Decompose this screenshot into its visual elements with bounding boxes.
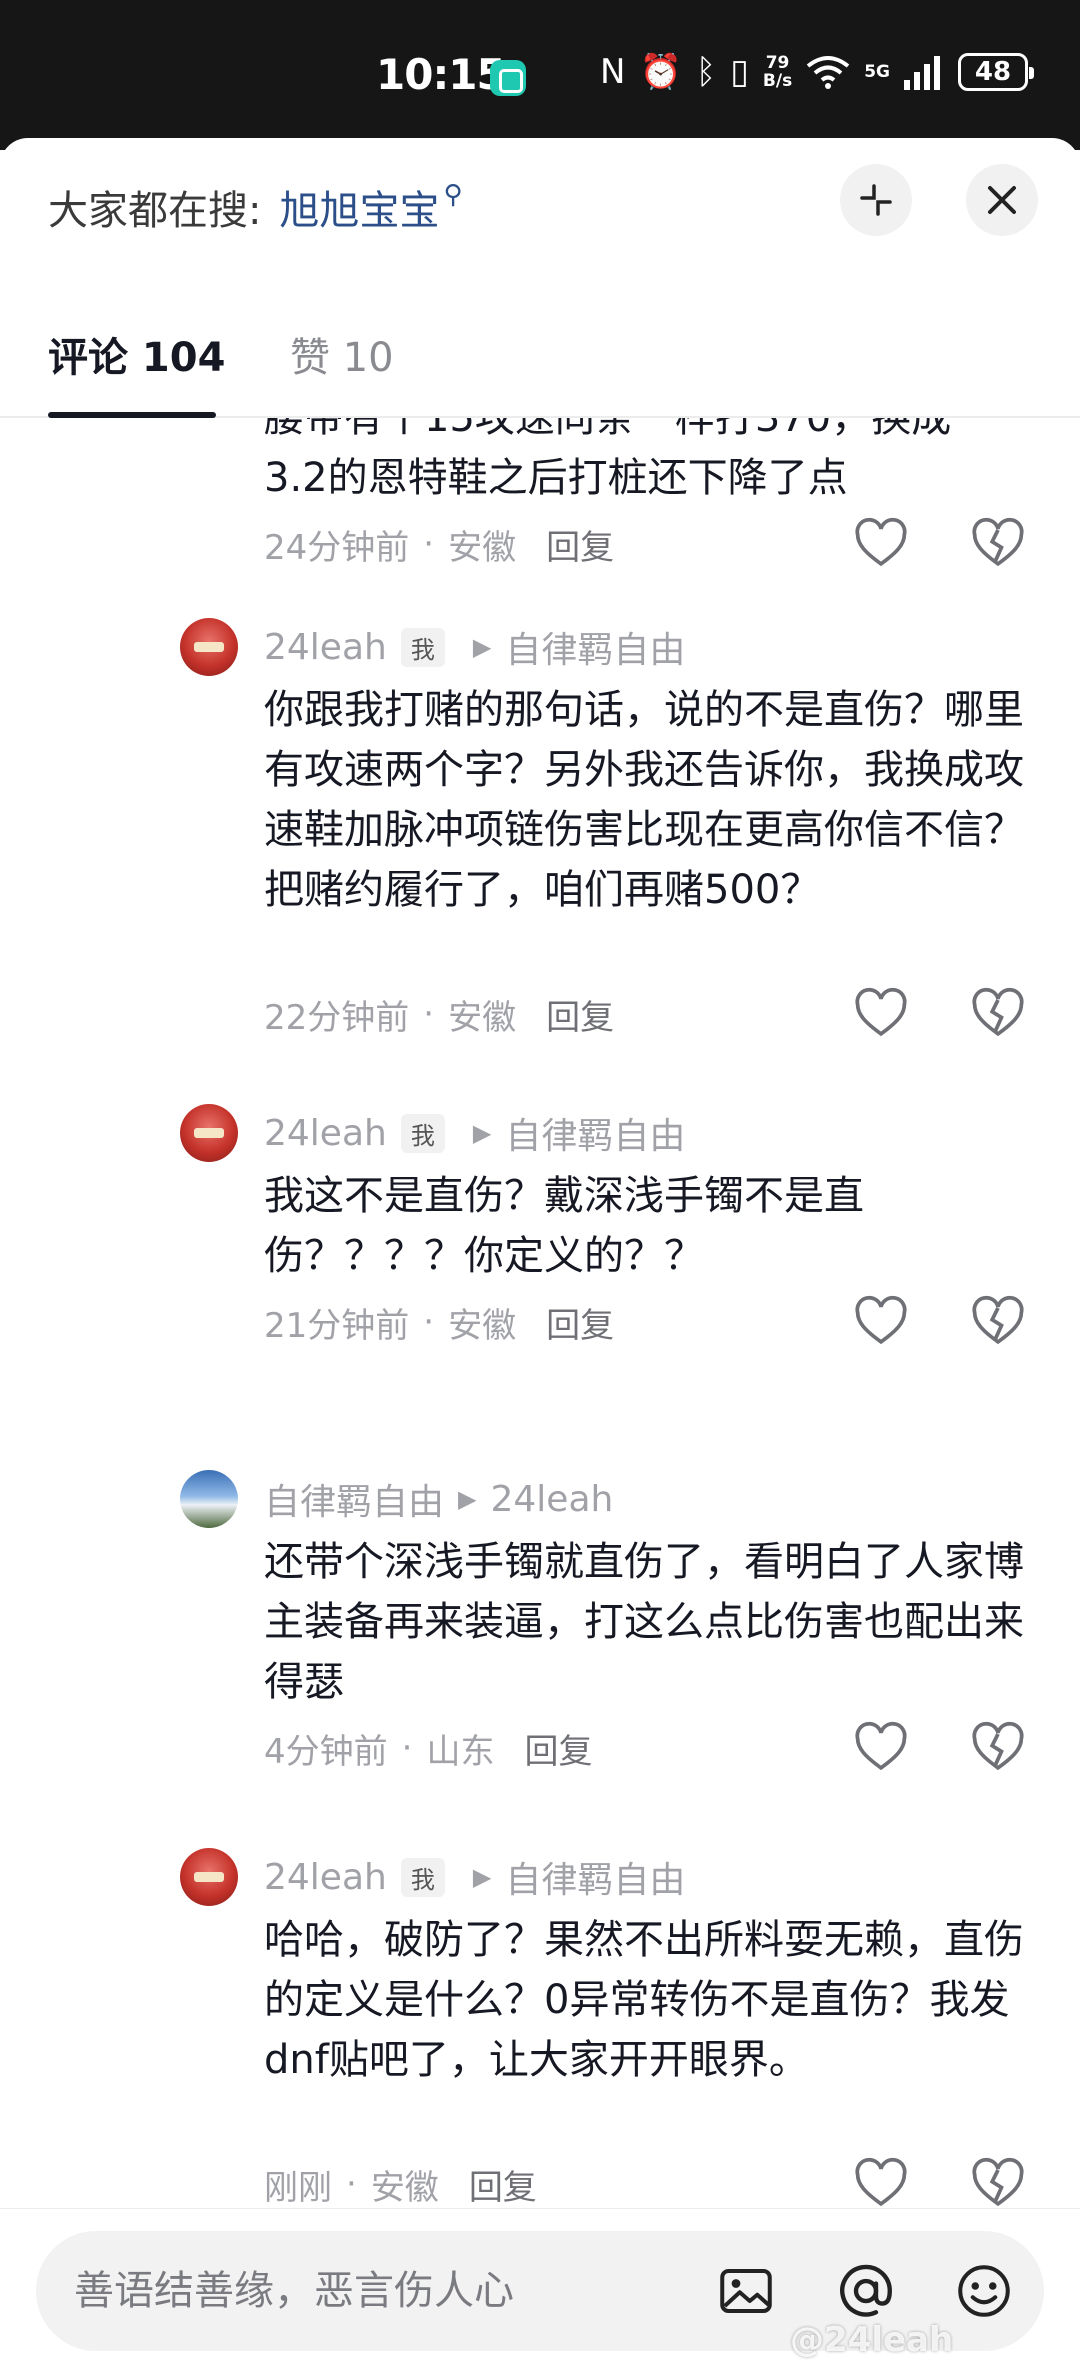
reply-button[interactable]: 回复 <box>546 520 614 569</box>
heart-icon[interactable] <box>853 986 909 1042</box>
comment-footer: 22分钟前 · 安徽 回复 <box>264 986 614 1042</box>
comment-time: 22分钟前 <box>264 997 410 1038</box>
avatar[interactable] <box>180 1470 238 1528</box>
comment-sheet: 大家都在搜: 旭旭宝宝 ⚲ 评论 104 赞 10 腰带有个15攻速同条一样打3… <box>0 138 1080 2376</box>
signal-icon <box>904 56 940 90</box>
comment-author[interactable]: 24leah <box>264 627 387 668</box>
reply-to-user[interactable]: 自律羁自由 <box>505 621 685 673</box>
comment-item: 24leah 我 ▶ 自律羁自由 你跟我打赌的那句话，说的不是直伤？哪里有攻速两… <box>0 618 1080 1038</box>
network-speed: 79 B/s <box>762 53 793 91</box>
comment-header: 24leah 我 ▶ 自律羁自由 <box>264 618 685 676</box>
heart-icon[interactable] <box>853 516 909 572</box>
reply-to-user[interactable]: 自律羁自由 <box>505 1851 685 1903</box>
search-suggestion[interactable]: 大家都在搜: 旭旭宝宝 ⚲ <box>48 178 463 236</box>
reply-arrow-icon: ▶ <box>472 633 492 661</box>
comment-item: 腰带有个15攻速同条一样打370，换成 3.2的恩特鞋之后打桩还下降了点 24分… <box>0 418 1080 568</box>
comment-header: 24leah 我 ▶ 自律羁自由 <box>264 1104 685 1162</box>
me-badge: 我 <box>400 1857 445 1897</box>
comment-item: 自律羁自由 ▶ 24leah 还带个深浅手镯就直伤了，看明白了人家博主装备再来装… <box>0 1470 1080 1772</box>
wifi-icon <box>806 56 850 89</box>
avatar[interactable] <box>180 1104 238 1162</box>
reply-to-user[interactable]: 24leah <box>490 1479 613 1520</box>
tab-bar: 评论 104 赞 10 <box>0 308 1080 418</box>
comment-location: 山东 <box>426 1731 495 1772</box>
cellular-label: 5G <box>864 62 890 82</box>
broken-heart-icon[interactable] <box>970 1720 1026 1776</box>
comment-footer: 4分钟前 · 山东 回复 <box>264 1720 592 1776</box>
broken-heart-icon[interactable] <box>970 1294 1026 1350</box>
comment-footer: 21分钟前 · 安徽 回复 <box>264 1294 614 1350</box>
heart-icon[interactable] <box>853 1720 909 1776</box>
broken-heart-icon[interactable] <box>970 516 1026 572</box>
reply-to-user[interactable]: 自律羁自由 <box>505 1107 685 1159</box>
bluetooth-icon: ᛒ <box>695 52 717 92</box>
clock: 10:15 <box>376 50 506 99</box>
comment-author[interactable]: 自律羁自由 <box>264 1473 444 1525</box>
comment-time: 21分钟前 <box>264 1305 410 1346</box>
watermark: @24leah <box>790 2320 954 2360</box>
comment-input-placeholder: 善语结善缘，恶言伤人心 <box>74 2268 514 2314</box>
comment-text: 我这不是直伤？戴深浅手镯不是直伤？？？？你定义的？？ <box>264 1173 864 1279</box>
nfc-icon: N <box>600 52 626 92</box>
comment-time: 4分钟前 <box>264 1731 388 1772</box>
comment-footer: 刚刚 · 安徽 回复 <box>264 2156 537 2208</box>
comment-author[interactable]: 24leah <box>264 1113 387 1154</box>
reply-arrow-icon: ▶ <box>472 1863 492 1891</box>
comment-footer: 24分钟前 · 安徽 回复 <box>264 516 614 572</box>
vibrate-icon: ▯ <box>730 52 749 92</box>
emoji-icon[interactable] <box>954 2261 1014 2321</box>
me-badge: 我 <box>400 627 445 667</box>
search-suggestion-prefix: 大家都在搜: <box>48 188 262 234</box>
status-bar: 10:15 N ⏰ ᛒ ▯ 79 B/s 5G 48 <box>0 0 1080 150</box>
tab-comments[interactable]: 评论 104 <box>48 308 225 408</box>
comment-text-partial: 腰带有个15攻速同条一样打370，换成 <box>264 418 952 441</box>
heart-icon[interactable] <box>853 1294 909 1350</box>
comment-text: 还带个深浅手镯就直伤了，看明白了人家博主装备再来装逼，打这么点比伤害也配出来得瑟 <box>264 1539 1024 1705</box>
broken-heart-icon[interactable] <box>970 2156 1026 2208</box>
avatar[interactable] <box>180 1848 238 1906</box>
comment-location: 安徽 <box>370 2167 439 2208</box>
comment-header: 24leah 我 ▶ 自律羁自由 <box>264 1848 685 1906</box>
me-badge: 我 <box>400 1113 445 1153</box>
reply-button[interactable]: 回复 <box>524 1724 592 1773</box>
mention-icon[interactable] <box>836 2261 896 2321</box>
comment-header: 自律羁自由 ▶ 24leah <box>264 1470 613 1528</box>
reply-button[interactable]: 回复 <box>546 1298 614 1347</box>
comment-text: 你跟我打赌的那句话，说的不是直伤？哪里有攻速两个字？另外我还告诉你，我换成攻速鞋… <box>264 687 1024 913</box>
comment-location: 安徽 <box>448 997 517 1038</box>
comment-item: 24leah 我 ▶ 自律羁自由 我这不是直伤？戴深浅手镯不是直伤？？？？你定义… <box>0 1104 1080 1346</box>
reply-arrow-icon: ▶ <box>458 1485 477 1513</box>
comment-location: 安徽 <box>448 1305 517 1346</box>
collapse-icon <box>860 184 892 216</box>
close-button[interactable] <box>966 164 1038 236</box>
comment-location: 安徽 <box>448 527 517 568</box>
heart-icon[interactable] <box>853 2156 909 2208</box>
reply-button[interactable]: 回复 <box>546 990 614 1039</box>
collapse-button[interactable] <box>840 164 912 236</box>
comment-author[interactable]: 24leah <box>264 1857 387 1898</box>
search-suggestion-keyword[interactable]: 旭旭宝宝 <box>279 178 439 236</box>
comment-text: 3.2的恩特鞋之后打桩还下降了点 <box>264 455 848 501</box>
search-icon: ⚲ <box>443 180 463 210</box>
comment-list[interactable]: 腰带有个15攻速同条一样打370，换成 3.2的恩特鞋之后打桩还下降了点 24分… <box>0 418 1080 2208</box>
app-notification-icon <box>490 60 526 96</box>
reply-button[interactable]: 回复 <box>469 2160 537 2209</box>
broken-heart-icon[interactable] <box>970 986 1026 1042</box>
battery-indicator: 48 <box>958 53 1034 91</box>
status-icons: N ⏰ ᛒ ▯ 79 B/s 5G 48 <box>600 52 1034 92</box>
tab-likes[interactable]: 赞 10 <box>290 308 394 408</box>
comment-time: 刚刚 <box>264 2167 332 2208</box>
comment-item: 24leah 我 ▶ 自律羁自由 哈哈，破防了？果然不出所料耍无赖，直伤的定义是… <box>0 1848 1080 2208</box>
avatar[interactable] <box>180 618 238 676</box>
reply-arrow-icon: ▶ <box>472 1119 492 1147</box>
alarm-icon: ⏰ <box>639 52 682 92</box>
close-icon <box>988 186 1016 214</box>
image-icon[interactable] <box>716 2261 776 2321</box>
comment-time: 24分钟前 <box>264 527 410 568</box>
comment-text: 哈哈，破防了？果然不出所料耍无赖，直伤的定义是什么？0异常转伤不是直伤？我发dn… <box>264 1917 1024 2083</box>
